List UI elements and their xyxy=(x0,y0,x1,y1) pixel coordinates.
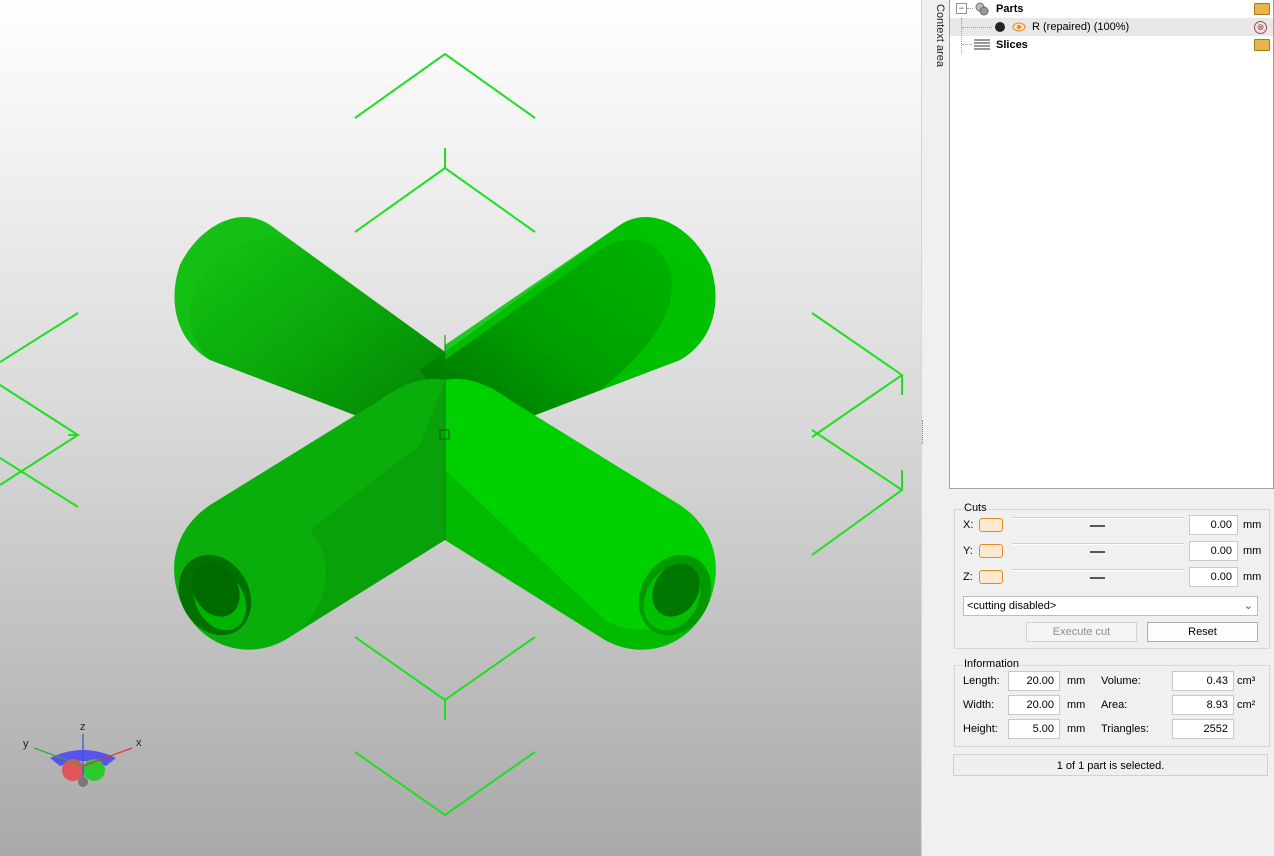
width-label: Width: xyxy=(963,699,995,711)
cut-x-unit: mm xyxy=(1243,519,1262,531)
tree-connector xyxy=(962,27,992,28)
tree-connector xyxy=(962,44,972,45)
cut-mode-value: <cutting disabled> xyxy=(967,600,1057,612)
selection-status: 1 of 1 part is selected. xyxy=(953,754,1268,776)
slices-icon xyxy=(974,39,990,50)
volume-unit: cm³ xyxy=(1237,675,1256,687)
context-area-label: Context area xyxy=(934,4,946,67)
length-unit: mm xyxy=(1067,675,1086,687)
cut-y-input[interactable]: 0.00 xyxy=(1189,541,1238,561)
height-unit: mm xyxy=(1067,723,1086,735)
height-label: Height: xyxy=(963,723,998,735)
part-color-dot xyxy=(995,22,1005,32)
triangles-value: 2552 xyxy=(1172,719,1234,739)
cuts-title: Cuts xyxy=(963,502,988,514)
cut-y-slider-track[interactable] xyxy=(1012,543,1184,545)
axis-y-label: y xyxy=(23,738,29,750)
cut-z-unit: mm xyxy=(1243,571,1262,583)
remove-icon[interactable]: ⊗ xyxy=(1254,21,1267,34)
cut-x-toggle[interactable] xyxy=(979,518,1003,532)
cut-x-slider-handle[interactable] xyxy=(1090,525,1105,527)
splitter-grip[interactable] xyxy=(922,420,926,444)
parts-icon xyxy=(975,2,989,16)
axis-orientation-gizmo[interactable]: z y x xyxy=(18,718,148,798)
cut-x-input[interactable]: 0.00 xyxy=(1189,515,1238,535)
area-value: 8.93 xyxy=(1172,695,1234,715)
area-unit: cm² xyxy=(1237,699,1256,711)
collapse-expander[interactable]: − xyxy=(956,3,967,14)
cut-z-input[interactable]: 0.00 xyxy=(1189,567,1238,587)
volume-label: Volume: xyxy=(1101,675,1141,687)
length-label: Length: xyxy=(963,675,1000,687)
height-value: 5.00 xyxy=(1008,719,1060,739)
cut-z-toggle[interactable] xyxy=(979,570,1003,584)
width-value: 20.00 xyxy=(1008,695,1060,715)
tube-arm-front-left xyxy=(174,378,446,650)
cut-z-label: Z: xyxy=(963,571,973,583)
triangles-label: Triangles: xyxy=(1101,723,1149,735)
cut-y-unit: mm xyxy=(1243,545,1262,557)
cut-x-slider-track[interactable] xyxy=(1012,517,1184,519)
folder-open-icon[interactable] xyxy=(1254,39,1270,51)
tree-row-part[interactable]: R (repaired) (100%) ⊗ xyxy=(950,18,1273,54)
chevron-down-icon: ⌄ xyxy=(1243,600,1253,612)
information-title: Information xyxy=(963,658,1021,670)
length-value: 20.00 xyxy=(1008,671,1060,691)
area-label: Area: xyxy=(1101,699,1128,711)
execute-cut-button[interactable]: Execute cut xyxy=(1026,622,1137,642)
tree-label-part: R (repaired) (100%) xyxy=(1032,21,1130,33)
axis-z-label: z xyxy=(80,721,86,733)
axis-x-label: x xyxy=(136,737,142,749)
tube-arm-front-right xyxy=(445,378,716,650)
cut-y-toggle[interactable] xyxy=(979,544,1003,558)
tree-label-parts: Parts xyxy=(996,3,1024,15)
visibility-icon[interactable] xyxy=(1012,21,1026,33)
cut-x-label: X: xyxy=(963,519,974,531)
cut-z-slider-track[interactable] xyxy=(1012,569,1184,571)
3d-viewport[interactable]: z y x xyxy=(0,0,921,856)
tree-row-parts[interactable]: − Parts xyxy=(950,0,1273,18)
cut-mode-select[interactable]: <cutting disabled> ⌄ xyxy=(963,596,1258,616)
parts-tree[interactable]: − Parts R (repaired) (100%) ⊗ Slices xyxy=(949,0,1274,489)
cut-y-label: Y: xyxy=(963,545,973,557)
cut-y-slider-handle[interactable] xyxy=(1090,551,1105,553)
volume-value: 0.43 xyxy=(1172,671,1234,691)
width-unit: mm xyxy=(1067,699,1086,711)
tree-label-slices: Slices xyxy=(996,39,1028,51)
tree-connector xyxy=(967,8,973,9)
folder-open-icon[interactable] xyxy=(1254,3,1270,15)
tree-row-slices[interactable]: Slices xyxy=(950,36,1273,54)
cut-z-slider-handle[interactable] xyxy=(1090,577,1105,579)
reset-button[interactable]: Reset xyxy=(1147,622,1258,642)
